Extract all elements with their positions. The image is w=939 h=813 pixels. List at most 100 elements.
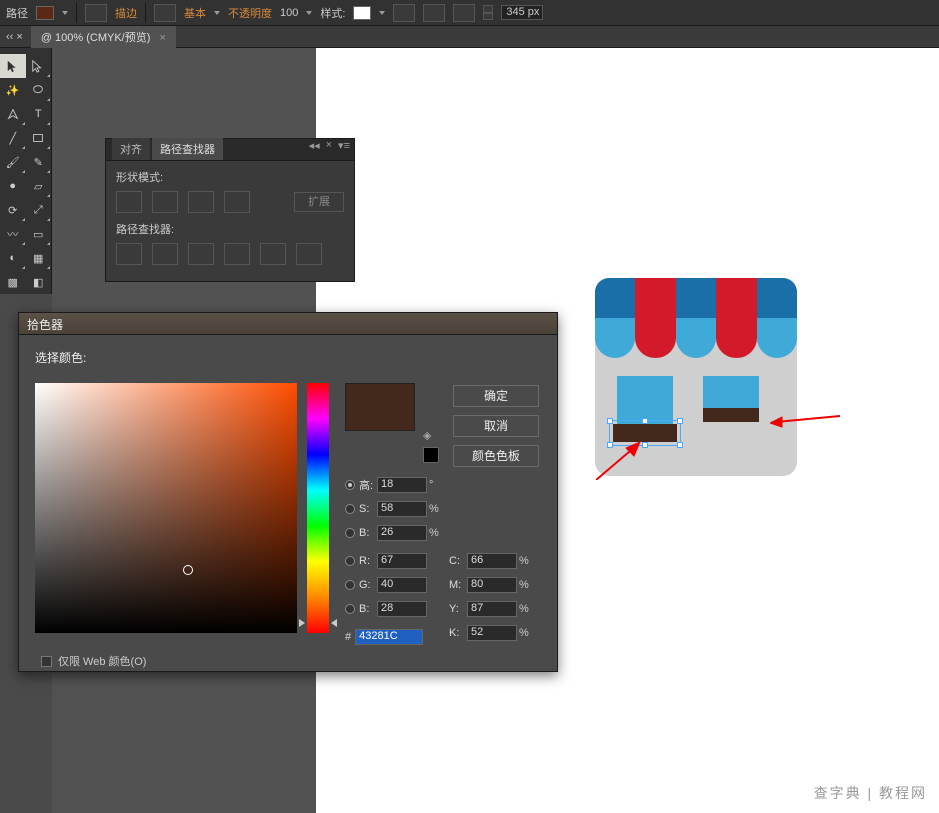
pencil-tool[interactable]: ✎ (26, 150, 52, 174)
blob-brush-tool[interactable]: ● (0, 174, 26, 198)
r-input[interactable]: 67 (377, 553, 427, 569)
direct-selection-tool[interactable] (26, 54, 52, 78)
s-radio[interactable] (345, 504, 355, 514)
scale-tool[interactable]: ⤢ (26, 198, 52, 222)
document-tab-bar: ‹‹ × @ 100% (CMYK/预览) × (0, 26, 939, 48)
watermark: 查字典 | 教程网 (814, 783, 927, 803)
mesh-tool[interactable]: ▩ (0, 270, 26, 294)
style-dropdown-icon[interactable] (379, 11, 385, 15)
select-color-label: 选择颜色: (35, 349, 541, 366)
merge-button[interactable] (188, 243, 214, 265)
magic-wand-tool[interactable]: ✨ (0, 78, 26, 102)
crop-button[interactable] (224, 243, 250, 265)
m-input[interactable]: 80 (467, 577, 517, 593)
c-label: C: (449, 555, 467, 567)
width-stepper[interactable] (483, 5, 493, 20)
free-transform-tool[interactable]: ▭ (26, 222, 52, 246)
basic-label: 基本 (184, 5, 206, 21)
opacity-value[interactable]: 100 (280, 7, 298, 19)
intersect-button[interactable] (188, 191, 214, 213)
expand-button[interactable]: 扩展 (294, 192, 344, 212)
gradient-tool[interactable]: ◧ (26, 270, 52, 294)
k-label: K: (449, 627, 467, 639)
ok-button[interactable]: 确定 (453, 385, 539, 407)
tab-align[interactable]: 对齐 (112, 138, 150, 160)
stroke-icon[interactable] (85, 4, 107, 22)
m-label: M: (449, 579, 467, 591)
cube-icon[interactable]: ◈ (423, 429, 437, 443)
fill-dropdown-icon[interactable] (62, 11, 68, 15)
g-radio[interactable] (345, 580, 355, 590)
b-radio[interactable] (345, 528, 355, 538)
hue-pointer-right-icon (331, 619, 337, 627)
web-only-label: 仅限 Web 颜色(O) (58, 653, 146, 669)
hue-slider[interactable] (307, 383, 329, 633)
minus-back-button[interactable] (296, 243, 322, 265)
shape-modes-label: 形状模式: (116, 169, 344, 185)
fill-swatch[interactable] (36, 6, 54, 20)
s-input[interactable]: 58 (377, 501, 427, 517)
h-input[interactable]: 18 (377, 477, 427, 493)
g-input[interactable]: 40 (377, 577, 427, 593)
h-unit: ° (429, 479, 433, 491)
r-label: R: (359, 555, 377, 567)
unite-button[interactable] (116, 191, 142, 213)
eraser-tool[interactable]: ▱ (26, 174, 52, 198)
link-dim-icon[interactable] (453, 4, 475, 22)
cancel-button[interactable]: 取消 (453, 415, 539, 437)
selection-handle[interactable] (607, 418, 613, 424)
selection-handle[interactable] (677, 418, 683, 424)
b-input[interactable]: 26 (377, 525, 427, 541)
style-swatch[interactable] (353, 6, 371, 20)
b2-input[interactable]: 28 (377, 601, 427, 617)
color-swatches-button[interactable]: 颜色色板 (453, 445, 539, 467)
outline-button[interactable] (260, 243, 286, 265)
hex-input[interactable]: 43281C (355, 629, 423, 645)
selection-handle[interactable] (642, 418, 648, 424)
toolbox: ✨ T ╱ 🖌✎ ●▱ ⟳⤢ 〰▭ ◐▦ ▩◧ (0, 48, 52, 294)
divide-button[interactable] (116, 243, 142, 265)
hue-radio[interactable] (345, 480, 355, 490)
panel-collapse-icon[interactable]: ◂◂ (309, 139, 320, 152)
transform-icon[interactable] (423, 4, 445, 22)
rotate-tool[interactable]: ⟳ (0, 198, 26, 222)
tab-pathfinder[interactable]: 路径查找器 (152, 138, 223, 160)
k-input[interactable]: 52 (467, 625, 517, 641)
document-tab[interactable]: @ 100% (CMYK/预览) × (31, 26, 176, 48)
type-tool[interactable]: T (26, 102, 52, 126)
tab-title: @ 100% (CMYK/预览) (41, 32, 151, 44)
tab-close-icon[interactable]: × (159, 32, 165, 44)
shape-builder-tool[interactable]: ◐ (0, 246, 26, 270)
line-tool[interactable]: ╱ (0, 126, 26, 150)
width-tool[interactable]: 〰 (0, 222, 26, 246)
pen-tool[interactable] (0, 102, 26, 126)
y-label: Y: (449, 603, 467, 615)
out-of-gamut-icon[interactable] (423, 447, 439, 463)
align-icon[interactable] (393, 4, 415, 22)
selection-handle[interactable] (677, 442, 683, 448)
window-sill[interactable] (703, 408, 759, 422)
opacity-dropdown-icon[interactable] (306, 11, 312, 15)
b2-radio[interactable] (345, 604, 355, 614)
minus-front-button[interactable] (152, 191, 178, 213)
saturation-value-area[interactable] (35, 383, 297, 633)
trim-button[interactable] (152, 243, 178, 265)
lasso-tool[interactable] (26, 78, 52, 102)
rectangle-tool[interactable] (26, 126, 52, 150)
paintbrush-tool[interactable]: 🖌 (0, 150, 26, 174)
exclude-button[interactable] (224, 191, 250, 213)
selection-tool[interactable] (0, 54, 26, 78)
web-only-checkbox[interactable]: 仅限 Web 颜色(O) (41, 653, 146, 669)
basic-dropdown-icon[interactable] (214, 11, 220, 15)
pathfinder-panel: 对齐 路径查找器 ◂◂×▾≡ 形状模式: 扩展 路径查找器: (105, 138, 355, 282)
width-field[interactable]: 345 px (501, 5, 543, 20)
panel-close-icon[interactable]: × (326, 139, 332, 152)
c-input[interactable]: 66 (467, 553, 517, 569)
brush-icon[interactable] (154, 4, 176, 22)
r-radio[interactable] (345, 556, 355, 566)
tab-arrows[interactable]: ‹‹ × (6, 31, 23, 43)
panel-menu-icon[interactable]: ▾≡ (338, 139, 350, 152)
y-input[interactable]: 87 (467, 601, 517, 617)
perspective-tool[interactable]: ▦ (26, 246, 52, 270)
hex-label: # (345, 631, 351, 643)
